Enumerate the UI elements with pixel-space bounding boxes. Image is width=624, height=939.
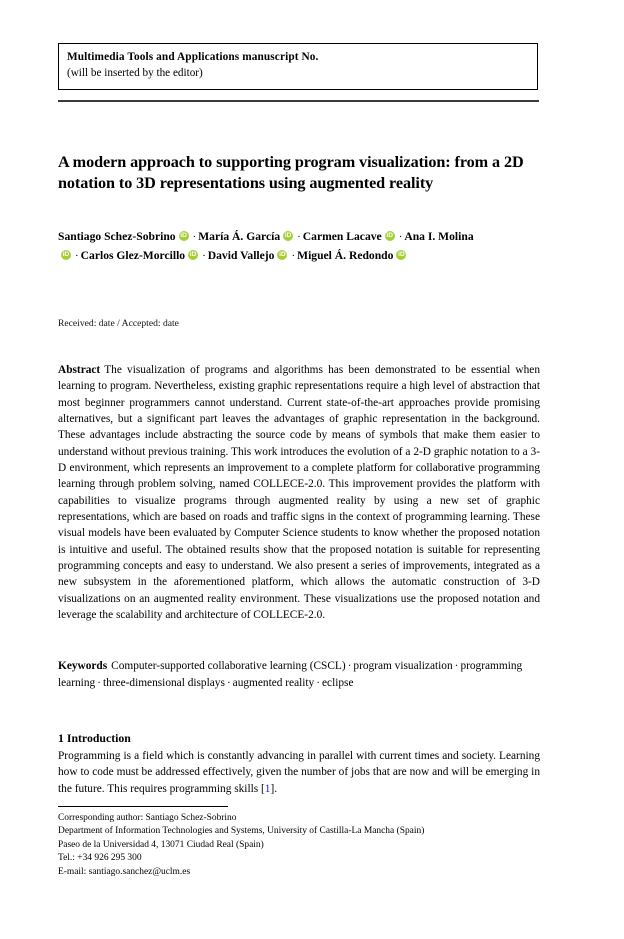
- orcid-icon-label: iD: [398, 250, 405, 258]
- keyword-item: eclipse: [322, 676, 354, 689]
- abstract-label: Abstract: [58, 364, 101, 376]
- orcid-icon-label: iD: [62, 250, 70, 258]
- orcid-icon-label: iD: [386, 232, 393, 239]
- orcid-icon[interactable]: iD: [188, 249, 199, 260]
- paper-page: Multimedia Tools and Applications manusc…: [0, 0, 624, 939]
- author-separator: ·: [202, 249, 206, 262]
- footnote-divider-rule: [58, 806, 228, 808]
- footnote-line: Corresponding author: Santiago Schez-Sob…: [58, 813, 237, 823]
- orcid-icon[interactable]: iD: [61, 249, 71, 260]
- header-divider-rule: [58, 100, 539, 103]
- author-name: Santiago Schez-Sobrino: [58, 230, 176, 243]
- footnote-line: Paseo de la Universidad 4, 13071 Ciudad …: [58, 839, 264, 850]
- journal-header-box: Multimedia Tools and Applications manusc…: [58, 43, 538, 90]
- journal-manuscript-subtitle: (will be inserted by the editor): [67, 67, 203, 79]
- keyword-separator: ·: [97, 676, 101, 689]
- keywords-section: Keywords Computer-supported collaborative…: [58, 658, 540, 691]
- orcid-icon[interactable]: iD: [283, 231, 294, 241]
- abstract-section: Abstract The visualization of programs an…: [58, 362, 540, 624]
- introduction-paragraph: Programming is a field which is constant…: [58, 748, 540, 797]
- orcid-icon-label: iD: [279, 250, 286, 258]
- author-name: María Á. García: [198, 230, 281, 243]
- author-separator: ·: [75, 249, 79, 262]
- footnote-line: E-mail: santiago.sanchez@uclm.es: [58, 866, 191, 877]
- author-name: Carmen Lacave: [302, 230, 382, 243]
- keyword-item: augmented reality: [232, 676, 315, 689]
- introduction-text-part-1: Programming is a field which is constant…: [58, 750, 540, 795]
- section-heading-introduction: 1 Introduction: [58, 730, 131, 745]
- author-name: Ana I. Molina: [404, 230, 474, 243]
- introduction-text-part-2: ].: [270, 782, 278, 795]
- author-separator: ·: [291, 249, 296, 262]
- orcid-icon-label: iD: [284, 232, 292, 239]
- abstract-text: The visualization of programs and algori…: [58, 364, 540, 622]
- author-list: Santiago Schez-Sobrino iD · María Á. García…: [58, 228, 478, 266]
- orcid-icon-label: iD: [180, 232, 187, 239]
- author-separator: ·: [297, 231, 301, 243]
- keyword-item: three-dimensional displays: [102, 676, 225, 689]
- orcid-icon[interactable]: iD: [178, 231, 189, 241]
- journal-manuscript-title: Multimedia Tools and Applications manusc…: [67, 51, 319, 63]
- author-name: Miguel Á. Redondo: [297, 248, 394, 262]
- keyword-item: Computer-supported collaborative learnin…: [111, 660, 346, 672]
- keyword-separator: ·: [316, 676, 321, 689]
- orcid-icon[interactable]: iD: [396, 249, 407, 260]
- page-title: A modern approach to supporting program …: [58, 152, 524, 193]
- author-separator: ·: [192, 231, 197, 243]
- keywords-items: Computer-supported collaborative learnin…: [58, 660, 522, 689]
- keyword-separator: ·: [226, 676, 231, 689]
- footnote-line: Department of Information Technologies a…: [58, 826, 425, 837]
- orcid-icon[interactable]: iD: [384, 231, 395, 241]
- footnote-block: Corresponding author: Santiago Schez-Sob…: [58, 812, 528, 879]
- keyword-item: program visualization: [353, 660, 453, 672]
- author-name: Carlos Glez-Morcillo: [80, 248, 186, 262]
- footnote-line: Tel.: +34 926 295 300: [58, 853, 142, 864]
- author-name: David Vallejo: [207, 248, 275, 262]
- orcid-icon-label: iD: [189, 250, 197, 258]
- received-accepted-line: Received: date / Accepted: date: [58, 318, 179, 329]
- orcid-icon[interactable]: iD: [277, 249, 288, 260]
- keywords-label: Keywords: [58, 660, 108, 672]
